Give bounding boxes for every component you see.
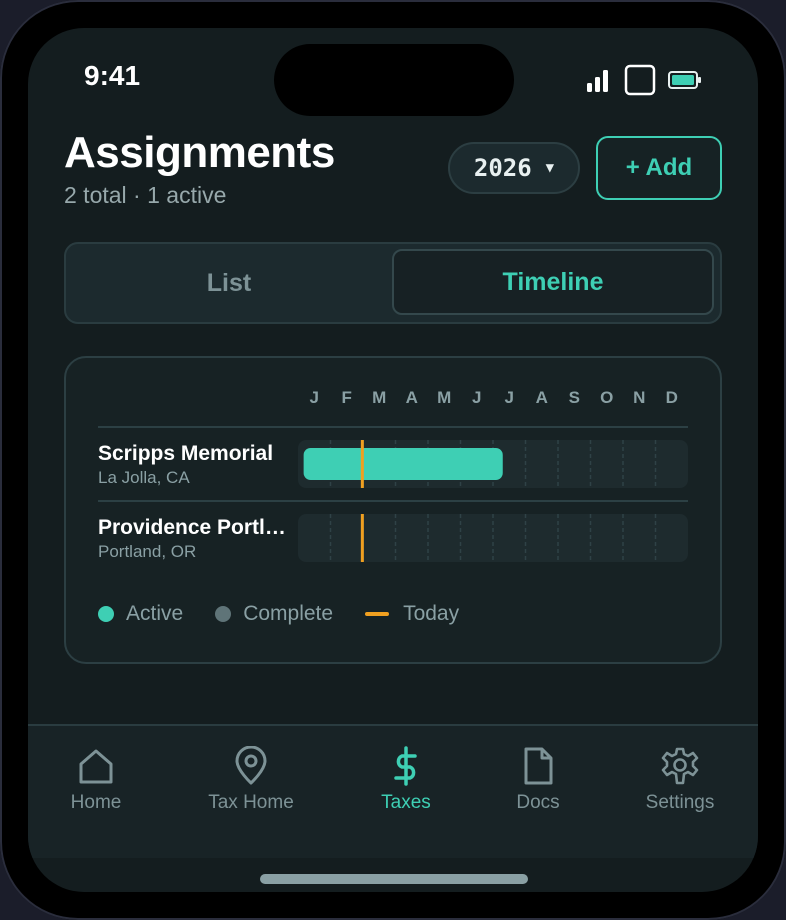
year-select[interactable]: 2026 ▼ [448,142,580,194]
assignment-location: Portland, OR [98,542,197,561]
map-pin-icon [235,746,267,785]
track-canvas [303,440,657,488]
legend: Active Complete Today [98,602,491,626]
legend-label: Today [403,602,460,625]
track-canvas [329,514,657,562]
legend-active: Active [98,602,183,626]
tab-label: Tax Home [208,792,294,813]
tab-label: Home [70,792,122,813]
tab-taxes[interactable]: Taxes [346,746,466,814]
dollar-icon [394,746,417,786]
tab-label: Docs [516,792,560,813]
document-icon [524,747,553,785]
legend-label: Active [126,602,184,625]
assignment-name[interactable]: Providence Portland [98,516,288,540]
assignment-name[interactable]: Scripps Memorial [98,442,288,466]
month-label: D [665,388,678,407]
assignment-bar[interactable] [303,448,503,480]
page-title: Assignments [64,128,335,177]
tab-home[interactable]: Home [36,746,156,814]
legend-label: Complete [243,602,334,625]
legend-complete: Complete [215,602,333,626]
tab-label: Taxes [381,792,431,813]
month-label: A [535,388,548,407]
active-dot-icon [98,606,114,622]
month-label: J [472,388,482,407]
month-label: F [341,388,352,407]
month-label: J [309,388,319,407]
gear-icon [661,747,699,785]
assignment-location: La Jolla, CA [98,468,190,487]
home-indicator[interactable] [260,874,528,884]
month-header: JFMAMJJASOND [298,388,688,412]
year-value: 2026 [473,154,532,182]
tab-settings[interactable]: Settings [620,746,740,814]
add-assignment-button[interactable]: + Add [596,136,722,200]
month-label: A [405,388,418,407]
legend-today: Today [365,602,459,626]
month-label: N [633,388,646,407]
view-toggle: List Timeline [64,242,722,324]
tab-label: Settings [645,792,715,813]
month-label: O [600,388,614,407]
device-frame: 9:41 Assignments 2 total · 1 active 2026… [0,0,786,920]
status-time: 9:41 [84,60,141,91]
divider [98,500,688,502]
chevron-down-icon: ▼ [545,160,555,176]
dynamic-island [274,44,514,116]
timeline-track[interactable] [298,514,688,562]
tab-list[interactable]: List [66,244,392,322]
complete-dot-icon [215,606,232,622]
month-label: S [568,388,580,407]
tab-timeline[interactable]: Timeline [392,249,714,315]
app-screen: 9:41 Assignments 2 total · 1 active 2026… [28,28,758,892]
tab-docs[interactable]: Docs [478,746,598,814]
divider [98,426,688,428]
timeline-track[interactable] [298,440,688,488]
timeline-card: JFMAMJJASOND Scripps Memorial La Jolla, … [64,356,722,664]
page-subtitle: 2 total · 1 active [64,182,227,208]
month-label: J [504,388,514,407]
tab-bar: Home Tax Home Taxes Docs Settings [28,724,758,858]
wifi-icon [624,64,656,96]
status-icons [586,64,702,96]
month-label: M [437,388,452,407]
tab-tax-home[interactable]: Tax Home [191,746,311,814]
signal-icon [587,70,608,92]
month-label: M [372,388,387,407]
house-icon [79,749,113,784]
today-line-icon [365,612,390,616]
battery-icon [668,71,701,89]
